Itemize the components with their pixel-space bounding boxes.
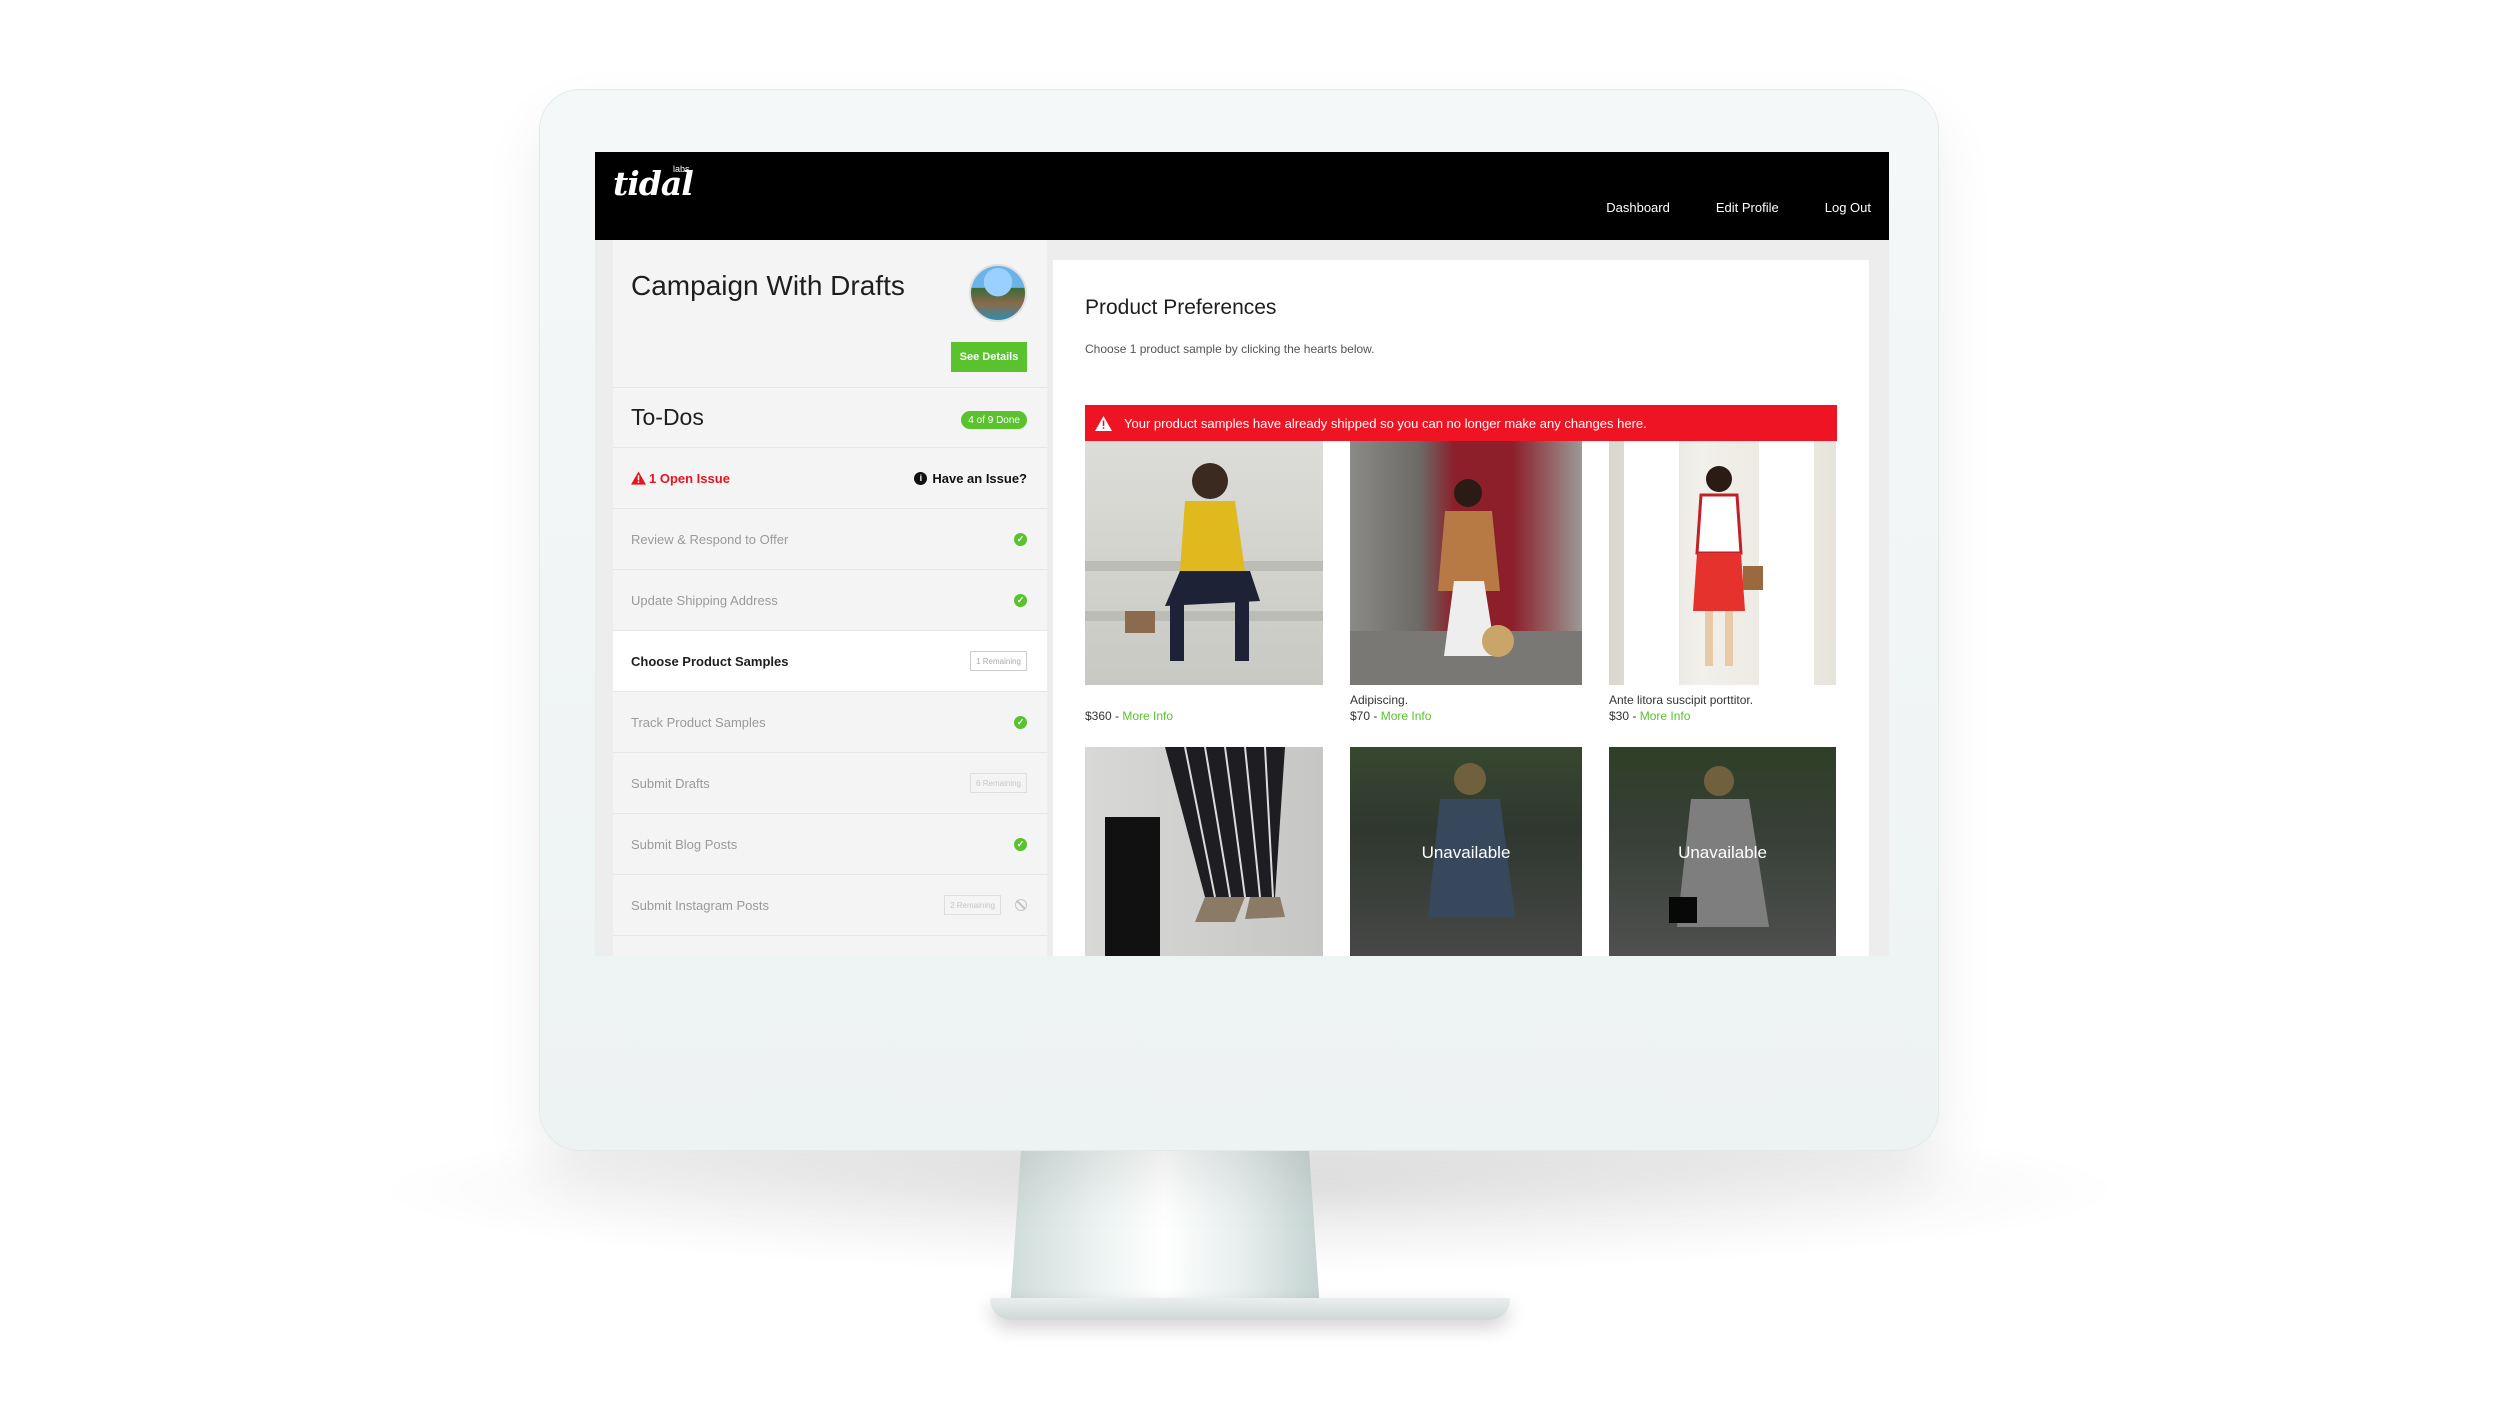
product-price-line: $70 - More Info bbox=[1350, 709, 1432, 723]
product-image[interactable] bbox=[1609, 441, 1836, 685]
progress-badge: 4 of 9 Done bbox=[961, 411, 1027, 429]
remaining-badge: 1 Remaining bbox=[970, 651, 1027, 671]
task-label: Review & Respond to Offer bbox=[631, 531, 789, 547]
warning-triangle-icon bbox=[631, 471, 646, 485]
task-review-offer[interactable]: Review & Respond to Offer ✓ bbox=[613, 509, 1047, 570]
product-price: $360 bbox=[1085, 709, 1112, 723]
product-meta: Ante litora suscipit porttitor. $30 - Mo… bbox=[1609, 685, 1836, 747]
alert-text: Your product samples have already shippe… bbox=[1124, 415, 1647, 431]
product-card: $360 - More Info bbox=[1085, 441, 1323, 747]
top-nav-bar: tidal labs Dashboard Edit Profile Log Ou… bbox=[595, 152, 1889, 240]
product-meta: Adipiscing. $70 - More Info bbox=[1350, 685, 1582, 747]
have-issue-label: Have an Issue? bbox=[932, 470, 1027, 486]
task-label: Submit Blog Posts bbox=[631, 836, 738, 852]
open-issue-link[interactable]: 1 Open Issue bbox=[631, 471, 730, 486]
blocked-icon bbox=[1015, 899, 1027, 911]
unavailable-overlay: Unavailable bbox=[1350, 747, 1582, 956]
top-nav: Dashboard Edit Profile Log Out bbox=[1606, 200, 1871, 215]
product-price: $30 bbox=[1609, 709, 1630, 723]
more-info-link[interactable]: More Info bbox=[1640, 709, 1691, 723]
campaign-avatar bbox=[969, 264, 1027, 322]
product-preferences-panel: Product Preferences Choose 1 product sam… bbox=[1053, 260, 1869, 956]
page-title: Product Preferences bbox=[1085, 296, 1277, 319]
see-details-button[interactable]: See Details bbox=[951, 342, 1027, 372]
product-image[interactable] bbox=[1350, 441, 1582, 685]
todos-header: To-Dos 4 of 9 Done bbox=[613, 388, 1047, 448]
product-name bbox=[1085, 693, 1323, 709]
product-name: Adipiscing. bbox=[1350, 693, 1409, 707]
nav-dashboard-link[interactable]: Dashboard bbox=[1606, 200, 1670, 215]
warning-triangle-icon bbox=[1095, 415, 1112, 431]
monitor-stand bbox=[1010, 1130, 1320, 1310]
task-label: Update Shipping Address bbox=[631, 592, 778, 608]
task-next-partial bbox=[613, 936, 1047, 956]
task-label: Submit Instagram Posts bbox=[631, 897, 769, 913]
product-card: Ante litora suscipit porttitor. $30 - Mo… bbox=[1609, 441, 1836, 747]
product-card-unavailable: Unavailable bbox=[1350, 747, 1582, 956]
product-image: Unavailable bbox=[1350, 747, 1582, 956]
product-card-unavailable: Unavailable bbox=[1609, 747, 1836, 956]
product-image[interactable] bbox=[1085, 747, 1323, 956]
task-label: Submit Drafts bbox=[631, 775, 710, 791]
product-price-line: $30 - More Info bbox=[1609, 709, 1691, 723]
remaining-badge: 2 Remaining bbox=[944, 895, 1001, 915]
check-circle-icon: ✓ bbox=[1014, 593, 1027, 607]
remaining-badge: 6 Remaining bbox=[970, 773, 1027, 793]
info-icon: i bbox=[914, 471, 928, 485]
product-meta: $360 - More Info bbox=[1085, 685, 1323, 747]
product-price-line: $360 - More Info bbox=[1085, 709, 1174, 723]
product-price: $70 bbox=[1350, 709, 1371, 723]
task-submit-instagram[interactable]: Submit Instagram Posts 2 Remaining bbox=[613, 875, 1047, 936]
open-issue-label: 1 Open Issue bbox=[649, 470, 730, 486]
task-update-shipping[interactable]: Update Shipping Address ✓ bbox=[613, 570, 1047, 631]
nav-edit-profile-link[interactable]: Edit Profile bbox=[1716, 200, 1779, 215]
product-card: Adipiscing. $70 - More Info bbox=[1350, 441, 1582, 747]
campaign-title: Campaign With Drafts bbox=[631, 270, 905, 301]
issue-row: 1 Open Issue i Have an Issue? bbox=[613, 448, 1047, 509]
todos-title: To-Dos bbox=[631, 404, 704, 430]
nav-log-out-link[interactable]: Log Out bbox=[1825, 200, 1871, 215]
task-label: Track Product Samples bbox=[631, 714, 766, 730]
product-image[interactable] bbox=[1085, 441, 1323, 685]
page-subtitle: Choose 1 product sample by clicking the … bbox=[1085, 342, 1375, 356]
brand-logo-sub: labs bbox=[673, 164, 690, 174]
product-card bbox=[1085, 747, 1323, 956]
have-issue-link[interactable]: i Have an Issue? bbox=[914, 471, 1027, 486]
more-info-link[interactable]: More Info bbox=[1122, 709, 1173, 723]
task-submit-blog-posts[interactable]: Submit Blog Posts ✓ bbox=[613, 814, 1047, 875]
monitor-stand-base bbox=[990, 1298, 1510, 1320]
more-info-link[interactable]: More Info bbox=[1381, 709, 1432, 723]
product-image: Unavailable bbox=[1609, 747, 1836, 956]
check-circle-icon: ✓ bbox=[1014, 837, 1027, 851]
task-choose-samples[interactable]: Choose Product Samples 1 Remaining bbox=[613, 631, 1047, 692]
task-track-samples[interactable]: Track Product Samples ✓ bbox=[613, 692, 1047, 753]
check-circle-icon: ✓ bbox=[1014, 715, 1027, 729]
check-circle-icon: ✓ bbox=[1014, 532, 1027, 546]
monitor-screen: tidal labs Dashboard Edit Profile Log Ou… bbox=[595, 152, 1889, 956]
product-grid: $360 - More Info Adipiscing. $70 - More … bbox=[1085, 441, 1837, 956]
task-label: Choose Product Samples bbox=[631, 653, 789, 669]
campaign-header: Campaign With Drafts See Details bbox=[613, 240, 1047, 388]
shipped-alert-banner: Your product samples have already shippe… bbox=[1085, 405, 1837, 441]
unavailable-overlay: Unavailable bbox=[1609, 747, 1836, 956]
product-name: Ante litora suscipit porttitor. bbox=[1609, 693, 1754, 707]
campaign-sidebar: Campaign With Drafts See Details To-Dos … bbox=[613, 240, 1047, 956]
task-submit-drafts[interactable]: Submit Drafts 6 Remaining bbox=[613, 753, 1047, 814]
